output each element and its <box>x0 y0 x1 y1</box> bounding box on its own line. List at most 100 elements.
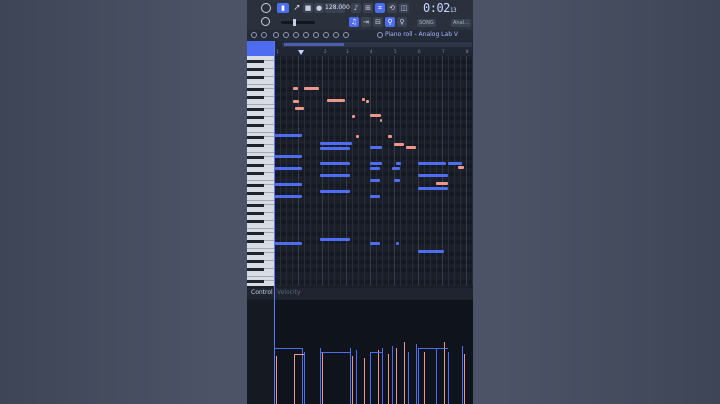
midi-note[interactable] <box>274 242 302 245</box>
midi-note[interactable] <box>394 179 400 182</box>
midi-note[interactable] <box>418 174 448 177</box>
midi-note[interactable] <box>366 100 369 103</box>
midi-note[interactable] <box>436 182 448 185</box>
midi-note[interactable] <box>362 98 365 101</box>
note-grid[interactable] <box>274 56 473 286</box>
midi-note[interactable] <box>370 162 382 165</box>
black-key[interactable] <box>247 76 264 79</box>
draw-tool-icon[interactable] <box>273 32 279 38</box>
black-key[interactable] <box>247 88 264 91</box>
zoom-tool-icon[interactable] <box>333 32 339 38</box>
velocity-bar[interactable] <box>396 348 397 404</box>
white-key[interactable] <box>247 284 274 286</box>
velocity-bar[interactable] <box>378 350 379 404</box>
midi-note[interactable] <box>320 190 350 193</box>
black-key[interactable] <box>247 240 264 243</box>
horizontal-scrollbar[interactable] <box>282 42 472 47</box>
midi-note[interactable] <box>370 114 381 117</box>
midi-note[interactable] <box>394 143 404 146</box>
playback-tool-icon[interactable] <box>343 32 349 38</box>
velocity-bar[interactable] <box>382 348 383 404</box>
black-key[interactable] <box>247 68 264 71</box>
velocity-bar[interactable] <box>320 348 321 404</box>
mode-tag[interactable]: SONG <box>417 19 436 27</box>
midi-note[interactable] <box>380 119 382 122</box>
black-key[interactable] <box>247 116 264 119</box>
midi-note[interactable] <box>448 162 462 165</box>
metronome-icon[interactable]: ♪ <box>351 3 361 13</box>
midi-note[interactable] <box>370 195 380 198</box>
master-volume-knob[interactable] <box>261 3 271 13</box>
midi-note[interactable] <box>274 183 302 186</box>
velocity-bar[interactable] <box>424 352 425 404</box>
black-key[interactable] <box>247 212 264 215</box>
midi-note[interactable] <box>274 167 302 170</box>
black-key[interactable] <box>247 60 264 63</box>
midi-note[interactable] <box>396 162 401 165</box>
midi-note[interactable] <box>370 242 380 245</box>
velocity-bar[interactable] <box>404 342 405 404</box>
control-target-label[interactable]: Velocity <box>277 289 301 296</box>
velocity-bar[interactable] <box>352 356 353 404</box>
black-key[interactable] <box>247 136 264 139</box>
velocity-bar[interactable] <box>350 348 351 404</box>
velocity-bar[interactable] <box>418 348 419 404</box>
midi-note[interactable] <box>327 99 345 102</box>
black-key[interactable] <box>247 124 264 127</box>
velocity-bar[interactable] <box>276 356 277 404</box>
loop-record-icon[interactable]: ⟲ <box>387 3 397 13</box>
midi-note[interactable] <box>274 155 302 158</box>
select-tool-icon[interactable] <box>323 32 329 38</box>
velocity-bar[interactable] <box>302 348 303 404</box>
midi-note[interactable] <box>320 238 350 241</box>
velocity-bar[interactable] <box>294 354 295 404</box>
countdown-icon[interactable]: ◫ <box>399 3 409 13</box>
black-key[interactable] <box>247 184 264 187</box>
stop-button[interactable]: ■ <box>303 3 313 13</box>
black-key[interactable] <box>247 260 264 263</box>
midi-note[interactable] <box>320 162 350 165</box>
midi-note[interactable] <box>320 147 350 150</box>
velocity-bar[interactable] <box>416 344 417 404</box>
piano-roll-icon[interactable]: ♫ <box>349 17 359 27</box>
black-key[interactable] <box>247 192 264 195</box>
black-key[interactable] <box>247 220 264 223</box>
slice-tool-icon[interactable] <box>313 32 319 38</box>
velocity-bar[interactable] <box>444 342 445 404</box>
midi-note[interactable] <box>418 187 448 190</box>
master-slider[interactable] <box>281 19 315 26</box>
black-key[interactable] <box>247 280 264 283</box>
black-key[interactable] <box>247 252 264 255</box>
midi-note[interactable] <box>418 162 446 165</box>
midi-note[interactable] <box>352 115 355 118</box>
midi-note[interactable] <box>274 134 302 137</box>
midi-note[interactable] <box>274 195 302 198</box>
black-key[interactable] <box>247 156 264 159</box>
velocity-bar[interactable] <box>464 354 465 404</box>
velocity-bar[interactable] <box>370 352 371 404</box>
black-key[interactable] <box>247 232 264 235</box>
tempo-display[interactable]: 128.000 <box>325 3 350 13</box>
midi-note[interactable] <box>293 87 298 90</box>
control-label[interactable]: Control <box>251 289 273 296</box>
midi-note[interactable] <box>370 179 380 182</box>
black-key[interactable] <box>247 164 264 167</box>
playhead-marker[interactable] <box>298 50 304 55</box>
midi-note[interactable] <box>304 87 319 90</box>
black-key[interactable] <box>247 108 264 111</box>
black-key[interactable] <box>247 268 264 271</box>
midi-note[interactable] <box>370 167 380 170</box>
black-key[interactable] <box>247 144 264 147</box>
velocity-bar[interactable] <box>388 354 389 404</box>
browser-icon[interactable]: ⇥ <box>361 17 371 27</box>
midi-note[interactable] <box>388 135 392 138</box>
velocity-lane[interactable] <box>274 300 473 404</box>
black-key[interactable] <box>247 204 264 207</box>
velocity-bar[interactable] <box>436 348 437 404</box>
midi-note[interactable] <box>396 242 399 245</box>
midi-note[interactable] <box>458 166 464 169</box>
piano-keyboard[interactable] <box>247 56 274 286</box>
plugin-icon[interactable]: ♀ <box>397 17 407 27</box>
velocity-bar[interactable] <box>448 352 449 404</box>
velocity-bar[interactable] <box>304 352 305 404</box>
